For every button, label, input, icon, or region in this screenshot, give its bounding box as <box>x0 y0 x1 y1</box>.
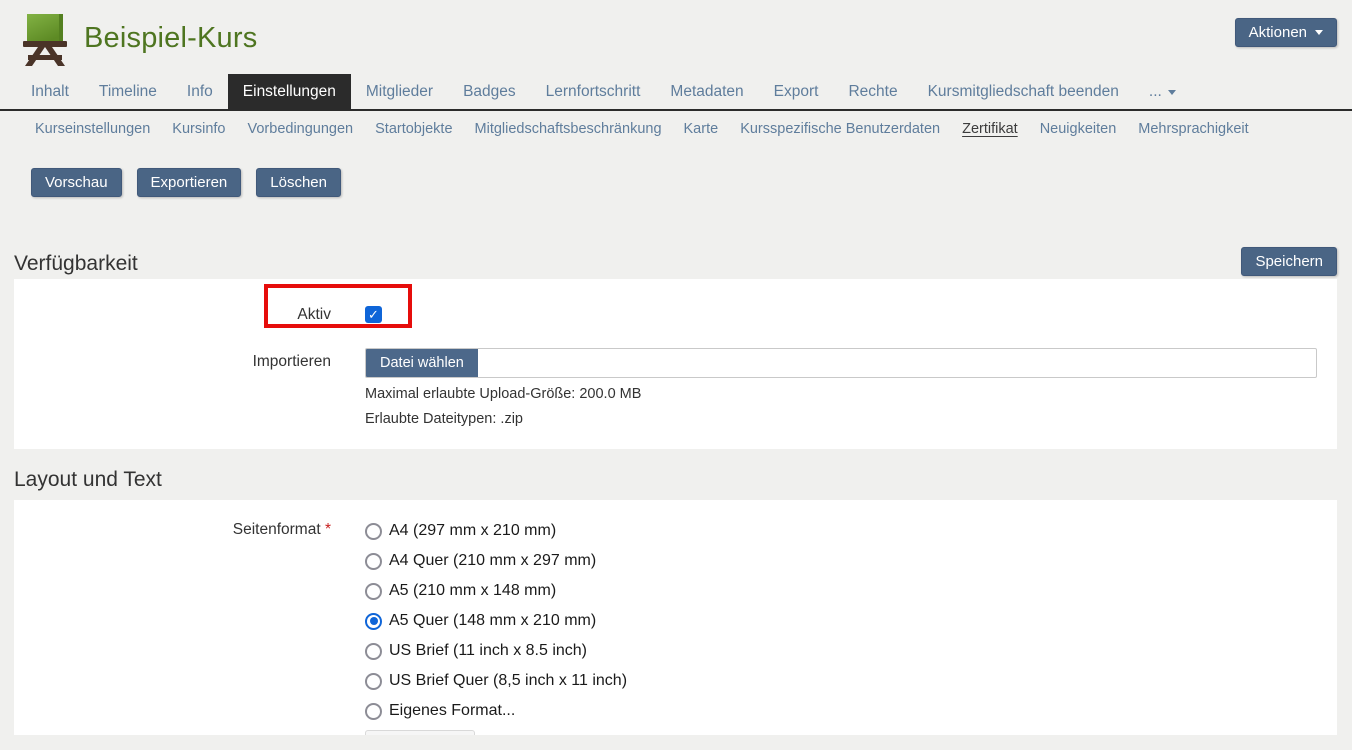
subnav-item-neuigkeiten[interactable]: Neuigkeiten <box>1029 121 1128 137</box>
required-marker: * <box>325 521 331 538</box>
chevron-down-icon <box>1315 30 1323 35</box>
page-format-option-a5-210-mm-x-148-mm[interactable]: A5 (210 mm x 148 mm) <box>365 576 627 606</box>
page-format-option-a4-297-mm-x-210-mm[interactable]: A4 (297 mm x 210 mm) <box>365 516 627 546</box>
actions-button-label: Aktionen <box>1249 24 1307 41</box>
next-form-element-cutoff[interactable] <box>365 730 475 735</box>
tab-rechte[interactable]: Rechte <box>833 76 912 109</box>
tab-mitglieder[interactable]: Mitglieder <box>351 76 448 109</box>
subnav-item-mitgliedschaftsbeschr-nkung[interactable]: Mitgliedschaftsbeschränkung <box>464 121 673 137</box>
l-schen-button[interactable]: Löschen <box>256 168 341 197</box>
vorschau-button[interactable]: Vorschau <box>31 168 122 197</box>
choose-file-button[interactable]: Datei wählen <box>366 349 478 377</box>
settings-subnav: KurseinstellungenKursinfoVorbedingungenS… <box>0 111 1352 146</box>
radio-option-label: US Brief (11 inch x 8.5 inch) <box>389 642 587 660</box>
save-button-label: Speichern <box>1255 253 1323 270</box>
page-format-option-us-brief-11-inch-x-8-5-inch[interactable]: US Brief (11 inch x 8.5 inch) <box>365 636 627 666</box>
subnav-item-kursinfo[interactable]: Kursinfo <box>161 121 236 137</box>
page-format-label: Seitenformat * <box>14 516 351 544</box>
exportieren-button[interactable]: Exportieren <box>137 168 242 197</box>
subnav-item-kursspezifische-benutzerdaten[interactable]: Kursspezifische Benutzerdaten <box>729 121 951 137</box>
tab-more-label: ... <box>1149 83 1162 101</box>
upload-size-hint: Maximal erlaubte Upload-Größe: 200.0 MB <box>365 385 1317 403</box>
radio-option-label: A4 (297 mm x 210 mm) <box>389 522 556 540</box>
page-title: Beispiel-Kurs <box>84 22 257 55</box>
radio-option-label: A5 Quer (148 mm x 210 mm) <box>389 612 596 630</box>
l-schen-button-label: Löschen <box>270 174 327 191</box>
import-label: Importieren <box>14 348 351 376</box>
exportieren-button-label: Exportieren <box>151 174 228 191</box>
tab-timeline[interactable]: Timeline <box>84 76 172 109</box>
course-easel-icon <box>22 12 74 66</box>
layout-section-title: Layout und Text <box>14 468 162 492</box>
page-format-option-a4-quer-210-mm-x-297-mm[interactable]: A4 Quer (210 mm x 297 mm) <box>365 546 627 576</box>
chevron-down-icon <box>1168 90 1176 95</box>
filetype-hint: Erlaubte Dateitypen: .zip <box>365 410 1317 428</box>
course-tabbar: InhaltTimelineInfoEinstellungenMitgliede… <box>0 76 1352 111</box>
page-format-row: Seitenformat * A4 (297 mm x 210 mm) A4 Qu… <box>14 516 1337 735</box>
certificate-toolbar: Vorschau Exportieren Löschen <box>31 168 1352 197</box>
subnav-item-karte[interactable]: Karte <box>673 121 730 137</box>
radio-button[interactable] <box>365 673 382 690</box>
radio-button[interactable] <box>365 583 382 600</box>
subnav-item-zertifikat[interactable]: Zertifikat <box>951 121 1029 137</box>
save-button[interactable]: Speichern <box>1241 247 1337 276</box>
radio-button[interactable] <box>365 643 382 660</box>
page-format-option-eigenes-format[interactable]: Eigenes Format... <box>365 696 627 726</box>
radio-option-label: Eigenes Format... <box>389 702 515 720</box>
tab-einstellungen[interactable]: Einstellungen <box>228 74 351 109</box>
subnav-item-startobjekte[interactable]: Startobjekte <box>364 121 463 137</box>
subnav-item-kurseinstellungen[interactable]: Kurseinstellungen <box>24 121 161 137</box>
tab-export[interactable]: Export <box>759 76 834 109</box>
radio-button-selected[interactable] <box>365 613 382 630</box>
radio-option-label: A5 (210 mm x 148 mm) <box>389 582 556 600</box>
subnav-item-mehrsprachigkeit[interactable]: Mehrsprachigkeit <box>1127 121 1259 137</box>
import-row: Importieren Datei wählen Maximal erlaubt… <box>14 348 1337 428</box>
tab-metadaten[interactable]: Metadaten <box>655 76 758 109</box>
tab-inhalt[interactable]: Inhalt <box>16 76 84 109</box>
file-upload-input[interactable]: Datei wählen <box>365 348 1317 378</box>
availability-section-head: Verfügbarkeit Speichern <box>14 247 1337 276</box>
subnav-item-vorbedingungen[interactable]: Vorbedingungen <box>236 121 364 137</box>
active-checkbox[interactable]: ✓ <box>365 306 382 323</box>
radio-button[interactable] <box>365 523 382 540</box>
page-format-option-a5-quer-148-mm-x-210-mm[interactable]: A5 Quer (148 mm x 210 mm) <box>365 606 627 636</box>
layout-section-head: Layout und Text <box>14 468 1337 492</box>
file-value <box>478 349 1316 377</box>
availability-panel: Aktiv ✓ Importieren Datei wählen Maximal… <box>14 279 1337 449</box>
vorschau-button-label: Vorschau <box>45 174 108 191</box>
radio-option-label: US Brief Quer (8,5 inch x 11 inch) <box>389 672 627 690</box>
active-label: Aktiv <box>14 301 351 329</box>
radio-button[interactable] <box>365 553 382 570</box>
tab-lernfortschritt[interactable]: Lernfortschritt <box>531 76 656 109</box>
availability-section-title: Verfügbarkeit <box>14 252 138 276</box>
tab-more-menu[interactable]: ... <box>1134 76 1191 109</box>
page-format-label-text: Seitenformat <box>233 521 321 538</box>
tab-info[interactable]: Info <box>172 76 228 109</box>
radio-button[interactable] <box>365 703 382 720</box>
radio-option-label: A4 Quer (210 mm x 297 mm) <box>389 552 596 570</box>
page-format-radio-group: A4 (297 mm x 210 mm) A4 Quer (210 mm x 29… <box>365 516 627 726</box>
tab-badges[interactable]: Badges <box>448 76 531 109</box>
layout-panel: Seitenformat * A4 (297 mm x 210 mm) A4 Qu… <box>14 500 1337 735</box>
page-format-option-us-brief-quer-8-5-inch-x-11-inch[interactable]: US Brief Quer (8,5 inch x 11 inch) <box>365 666 627 696</box>
course-header: Beispiel-Kurs Aktionen <box>0 0 1352 76</box>
actions-button[interactable]: Aktionen <box>1235 18 1337 47</box>
tab-kursmitgliedschaft-beenden[interactable]: Kursmitgliedschaft beenden <box>913 76 1134 109</box>
active-row: Aktiv ✓ <box>14 301 1337 329</box>
